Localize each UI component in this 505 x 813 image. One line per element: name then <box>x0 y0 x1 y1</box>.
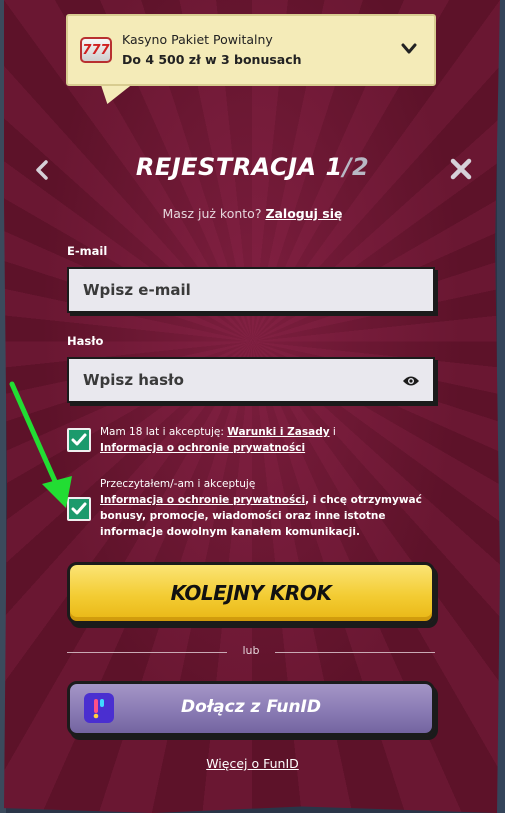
password-label: Hasło <box>67 334 104 348</box>
slot-777-icon: 777 <box>80 37 112 63</box>
page-title: REJESTRACJA 1/2 <box>135 153 370 181</box>
join-funid-button[interactable]: Dołącz z FunID <box>67 681 435 736</box>
promo-title: Kasyno Pakiet Powitalny <box>122 32 273 47</box>
email-field[interactable] <box>67 267 435 313</box>
welcome-package-dropdown[interactable]: 777 Kasyno Pakiet Powitalny Do 4 500 zł … <box>66 14 436 86</box>
login-prompt: Masz już konto? Zaloguj się <box>0 206 505 221</box>
show-password-eye-icon[interactable] <box>402 373 420 387</box>
close-icon[interactable] <box>450 158 472 180</box>
green-arrow-annotation <box>9 381 72 508</box>
marketing-privacy-link[interactable]: Informacja o ochronie prywatności <box>100 494 305 506</box>
promo-subtitle: Do 4 500 zł w 3 bonusach <box>122 52 302 67</box>
login-prompt-text: Masz już konto? <box>162 206 262 221</box>
login-link[interactable]: Zaloguj się <box>265 206 342 221</box>
or-label: lub <box>242 644 260 657</box>
registration-header: REJESTRACJA 1/2 <box>0 150 505 190</box>
terms-text: Mam 18 lat i akceptuję: <box>100 426 224 438</box>
terms-link[interactable]: Warunki i Zasady <box>227 426 329 438</box>
or-divider: lub <box>67 644 435 660</box>
marketing-consent-text: Przeczytałem/-am i akceptuję Informacja … <box>100 476 430 540</box>
email-label: E-mail <box>67 244 108 258</box>
promo-text: Kasyno Pakiet Powitalny Do 4 500 zł w 3 … <box>122 30 302 70</box>
marketing-text-line1: Przeczytałem/-am i akceptuję <box>100 478 256 490</box>
terms-consent-text: Mam 18 lat i akceptuję: Warunki i Zasady… <box>100 424 430 456</box>
divider-line-right <box>275 652 435 653</box>
more-about-funid-link[interactable]: Więcej o FunID <box>0 756 505 771</box>
funid-label: Dołącz z FunID <box>181 697 321 717</box>
terms-joiner: i <box>332 426 336 438</box>
privacy-link[interactable]: Informacja o ochronie prywatności <box>100 442 305 454</box>
password-field[interactable] <box>67 357 435 403</box>
chevron-down-icon[interactable] <box>400 40 418 58</box>
next-step-button[interactable]: KOLEJNY KROK <box>67 562 435 624</box>
